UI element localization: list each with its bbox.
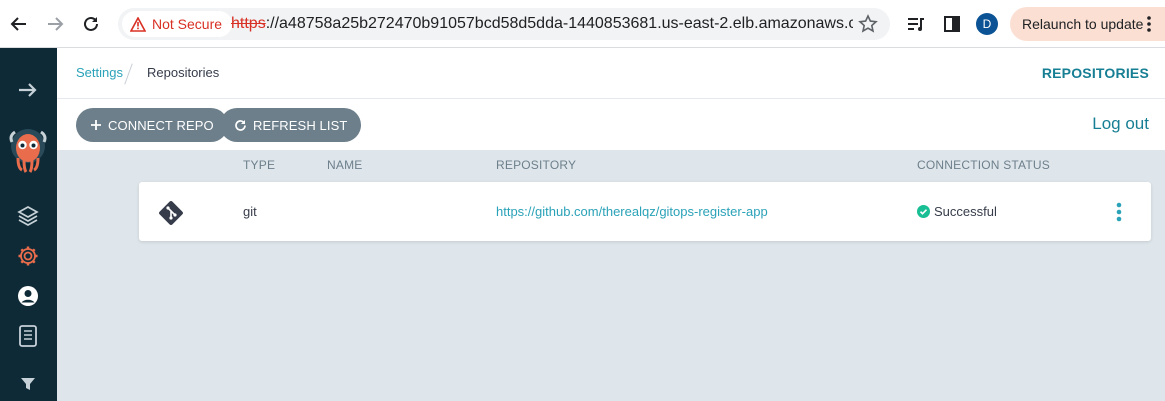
sidebar-item-docs[interactable] — [14, 322, 42, 350]
page-title: REPOSITORIES — [1041, 65, 1149, 81]
settings-gear-icon — [18, 246, 38, 266]
layers-icon — [17, 206, 39, 226]
reload-button[interactable] — [79, 12, 103, 36]
profile-avatar[interactable]: D — [976, 13, 998, 35]
logout-link[interactable]: Log out — [1092, 114, 1149, 134]
media-control-icon[interactable] — [904, 12, 928, 36]
bookmark-star-icon[interactable] — [858, 14, 878, 39]
arrow-left-icon — [10, 17, 26, 31]
connect-repo-button[interactable]: CONNECT REPO — [76, 108, 228, 142]
row-repository-link[interactable]: https://github.com/therealqz/gitops-regi… — [496, 204, 768, 219]
sidebar — [0, 48, 57, 401]
url-rest: ://a48758a25b272470b91057bcd58d5dda-1440… — [265, 15, 853, 32]
refresh-list-label: REFRESH LIST — [253, 117, 348, 133]
sidebar-item-user-info[interactable] — [14, 282, 42, 310]
table-row[interactable]: git https://github.com/therealqz/gitops-… — [139, 182, 1151, 241]
column-header-repository: REPOSITORY — [496, 158, 577, 172]
sidebar-item-applications[interactable] — [14, 202, 42, 230]
check-circle-icon — [917, 205, 930, 218]
relaunch-button[interactable]: Relaunch to update — [1010, 7, 1165, 41]
arrow-right-icon — [48, 17, 64, 31]
more-vertical-icon — [1116, 202, 1122, 222]
row-connection-status: Successful — [917, 204, 997, 219]
page-header: Settings Repositories REPOSITORIES — [57, 48, 1165, 99]
connect-repo-label: CONNECT REPO — [108, 117, 214, 133]
repositories-table: TYPE NAME REPOSITORY CONNECTION STATUS g… — [57, 150, 1165, 401]
row-type: git — [243, 204, 257, 219]
column-header-connection-status: CONNECTION STATUS — [917, 158, 1050, 172]
security-label: Not Secure — [152, 16, 223, 32]
breadcrumb-separator — [124, 63, 133, 85]
column-header-type: TYPE — [243, 158, 276, 172]
user-icon — [18, 286, 38, 306]
refresh-icon — [235, 119, 246, 131]
action-bar: CONNECT REPO REFRESH LIST Log out — [57, 99, 1165, 150]
warning-triangle-icon — [130, 16, 146, 32]
address-bar[interactable]: Not Secure https://a48758a25b272470b9105… — [118, 8, 890, 40]
breadcrumb-settings-link[interactable]: Settings — [76, 65, 123, 80]
refresh-list-button[interactable]: REFRESH LIST — [220, 108, 362, 142]
plus-icon — [91, 120, 101, 130]
git-icon — [159, 201, 183, 225]
forward-button[interactable] — [43, 12, 67, 36]
back-button[interactable] — [7, 12, 31, 36]
argo-logo[interactable] — [8, 128, 48, 176]
reload-icon — [84, 16, 98, 31]
docs-icon — [19, 325, 37, 347]
url-text[interactable]: https://a48758a25b272470b91057bcd58d5dda… — [231, 8, 853, 40]
sidebar-filter-button[interactable] — [14, 370, 42, 398]
filter-icon — [21, 378, 35, 390]
browser-toolbar: Not Secure https://a48758a25b272470b9105… — [0, 0, 1165, 48]
sidebar-item-settings[interactable] — [14, 242, 42, 270]
column-header-name: NAME — [327, 158, 363, 172]
more-vertical-icon — [1147, 16, 1151, 32]
sidebar-expand-button[interactable] — [14, 76, 42, 104]
arrow-right-icon — [19, 83, 37, 97]
relaunch-label: Relaunch to update — [1022, 16, 1144, 32]
status-text: Successful — [934, 204, 997, 219]
url-scheme: https — [231, 15, 266, 32]
side-panel-icon[interactable] — [940, 12, 964, 36]
security-chip[interactable]: Not Secure — [122, 11, 233, 37]
breadcrumb-current: Repositories — [147, 65, 220, 80]
row-actions-menu[interactable] — [1111, 202, 1127, 222]
